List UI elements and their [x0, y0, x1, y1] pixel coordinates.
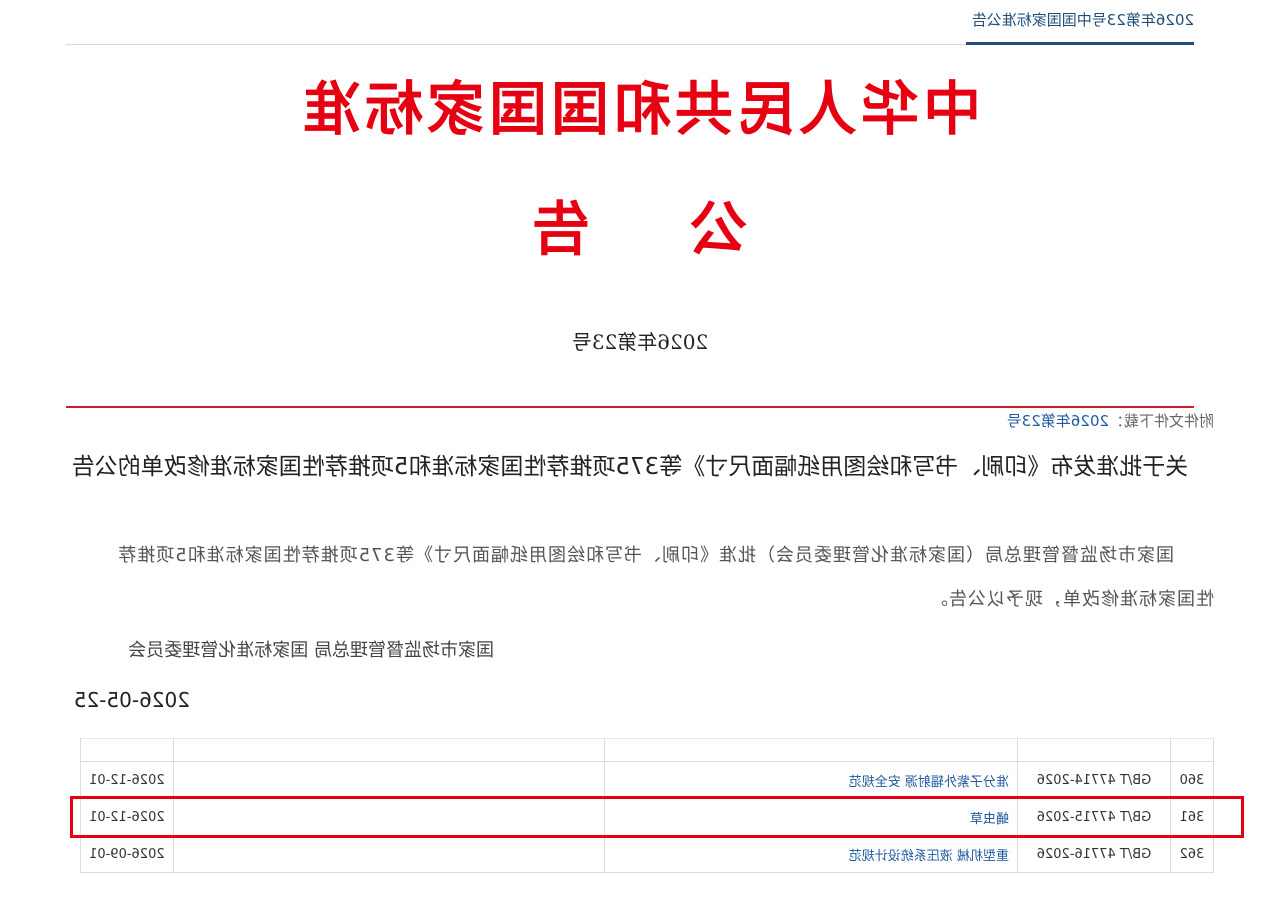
red-divider [66, 406, 1194, 408]
attachment-label: 附件文件下载： [1108, 412, 1214, 430]
breadcrumb-tab[interactable]: 2026年第23号中国国家标准公告 [965, 0, 1194, 45]
issue-number: 2026年第23号 [571, 330, 709, 354]
highlight-box [70, 796, 1244, 838]
row-number: 362 [1170, 835, 1214, 873]
table-row: 360 GB/T 47714-2026 准分子紫外辐射源 安全规范 2026-1… [80, 761, 1214, 799]
top-navigation-bar: 2026年第23号中国国家标准公告 [66, 0, 1194, 45]
implementation-date: 2026-12-01 [80, 761, 174, 799]
page: 2026年第23号中国国家标准公告 中华人民共和国国家标准 公告 2026年第2… [0, 0, 1280, 904]
standard-code: GB/T 47716-2026 [1017, 835, 1171, 873]
state-title: 中华人民共和国国家标准 [299, 75, 982, 143]
signatory: 国家市场监督管理总局 国家标准化管理委员会 [128, 640, 494, 661]
article-paragraph: 国家市场监督管理总局（国家标准化管理委员会）批准《印刷、书写和绘图用纸幅面尺寸》… [117, 545, 1214, 610]
breadcrumb[interactable]: 2026年第23号中国国家标准公告 [972, 0, 1194, 40]
row-number: 360 [1170, 761, 1214, 799]
standard-code: GB/T 47714-2026 [1017, 761, 1171, 799]
standard-name-link[interactable]: 重型机械 液压系统设计规范 [849, 849, 1009, 864]
implementation-date: 2026-09-01 [80, 835, 174, 873]
table-row: 362 GB/T 47716-2026 重型机械 液压系统设计规范 2026-0… [80, 835, 1214, 873]
attachment-download-link[interactable]: 2026年第23号 [1007, 412, 1109, 430]
notice-heading: 公告 [432, 195, 749, 263]
standard-name-link[interactable]: 准分子紫外辐射源 安全规范 [849, 775, 1009, 790]
attachment-line: 附件文件下载：2026年第23号 [1007, 410, 1214, 431]
table-header-row [80, 738, 1214, 762]
publish-date: 2026-05-25 [73, 688, 190, 712]
article-title: 关于批准发布《印刷、书写和绘图用纸幅面尺寸》等375项推荐性国家标准和5项推荐性… [71, 454, 1189, 480]
